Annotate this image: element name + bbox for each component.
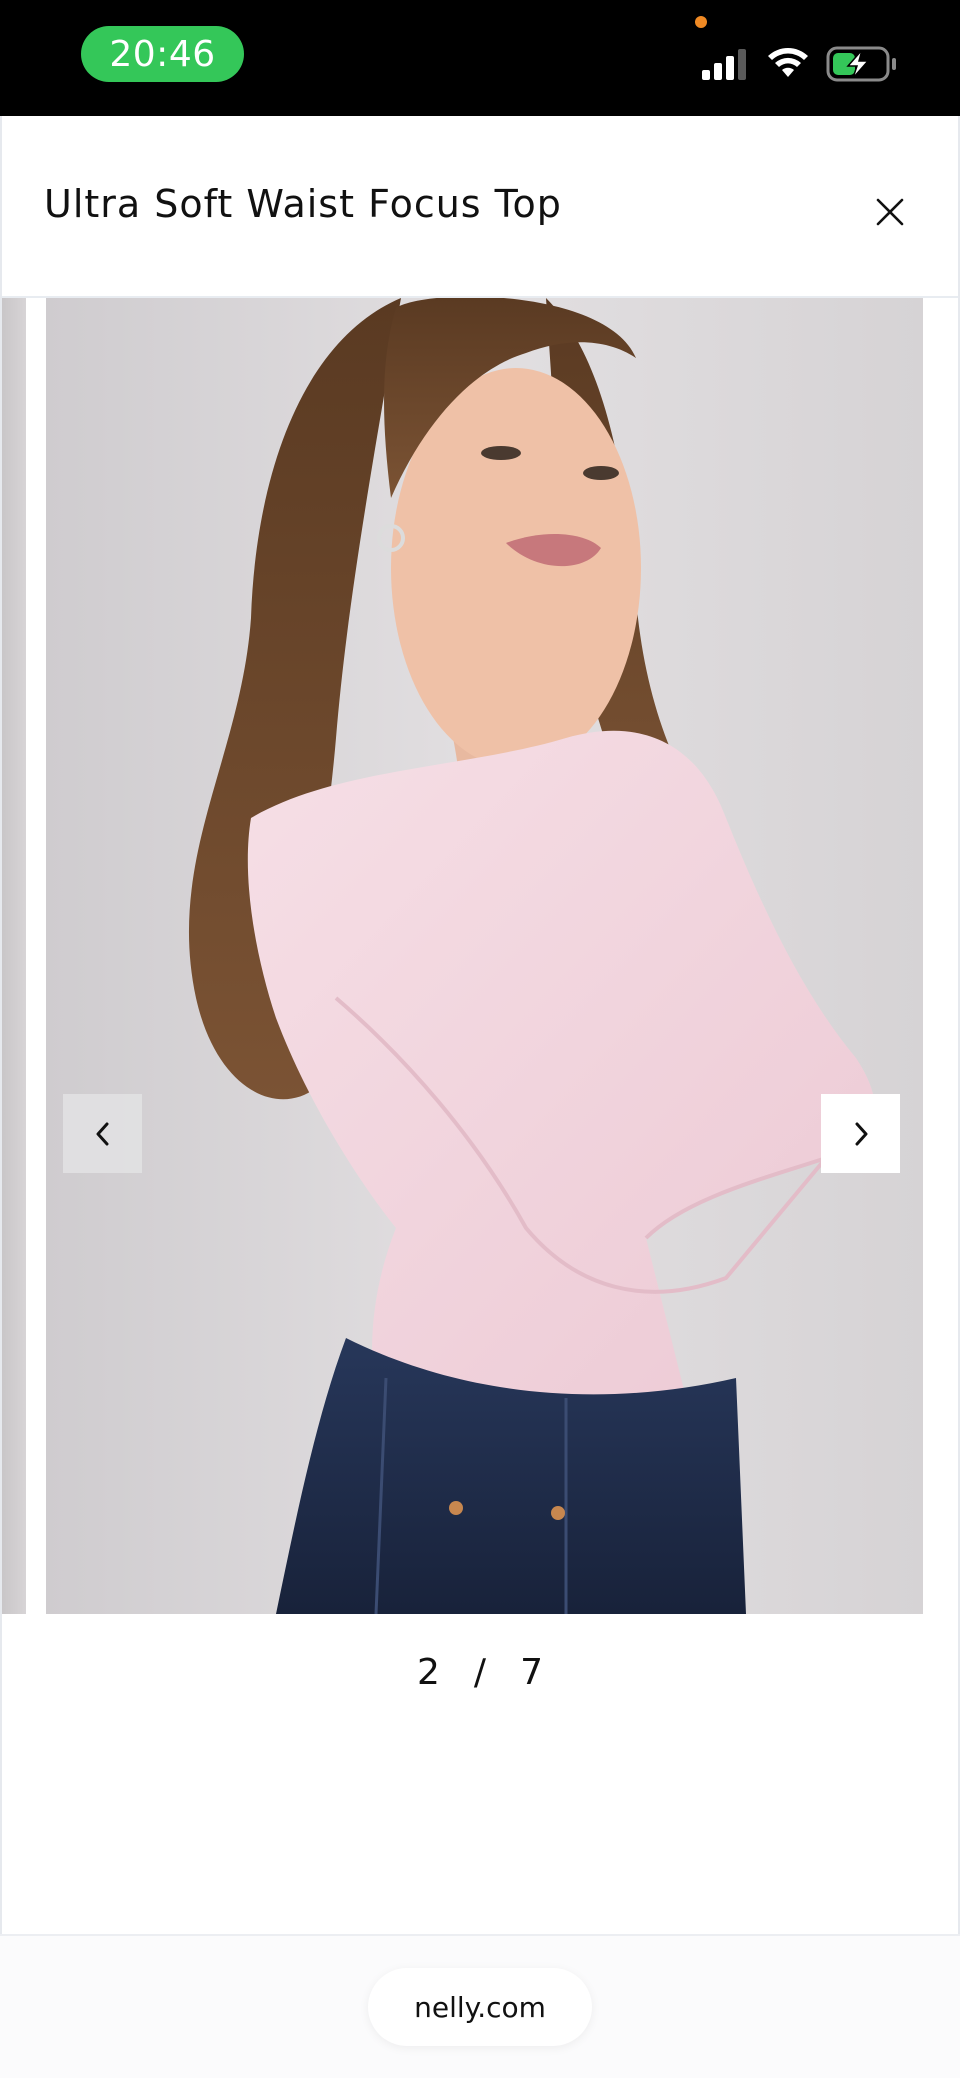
chevron-left-icon [96, 1122, 108, 1145]
slide-gap-right [923, 298, 958, 1614]
url-bar[interactable]: nelly.com [368, 1968, 592, 2046]
image-carousel[interactable] [2, 298, 958, 1616]
counter-separator: / [473, 1652, 487, 1693]
signal-icon [702, 49, 746, 80]
product-image[interactable] [46, 298, 923, 1614]
chevron-right-icon [855, 1122, 867, 1145]
modal-header: Ultra Soft Waist Focus Top [2, 116, 958, 298]
privacy-indicator-dot [695, 16, 707, 28]
total-slides-number: 7 [520, 1652, 543, 1693]
slide-counter: 2 / 7 [2, 1652, 958, 1693]
product-photo-model-pink-top [46, 298, 923, 1614]
status-bar: 20:46 [0, 0, 960, 116]
product-gallery-modal: Ultra Soft Waist Focus Top 2 / 7 [0, 116, 960, 1934]
status-time: 20:46 [81, 26, 244, 82]
current-slide-number: 2 [417, 1652, 440, 1693]
close-button[interactable] [864, 186, 916, 238]
battery-charging-icon [826, 46, 896, 82]
close-icon [876, 198, 904, 226]
slide-gap [26, 298, 46, 1614]
browser-bottom-bar: nelly.com [0, 1934, 960, 2078]
next-image-button[interactable] [821, 1094, 900, 1173]
product-title: Ultra Soft Waist Focus Top [44, 182, 562, 226]
previous-slide-peek[interactable] [2, 298, 26, 1614]
wifi-icon [768, 48, 808, 77]
previous-image-button[interactable] [63, 1094, 142, 1173]
